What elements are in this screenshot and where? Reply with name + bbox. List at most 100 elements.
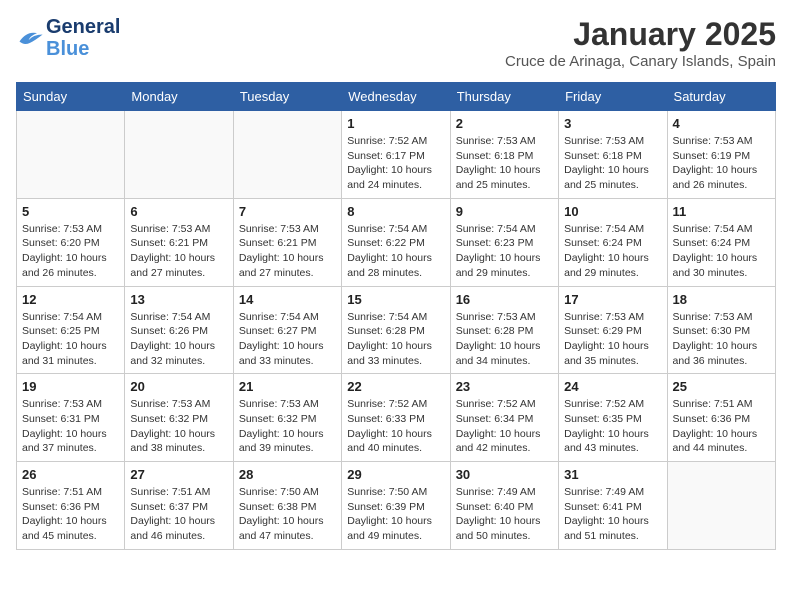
day-number: 11	[673, 204, 770, 219]
day-info: Sunrise: 7:54 AMSunset: 6:25 PMDaylight:…	[22, 310, 119, 369]
day-number: 27	[130, 467, 227, 482]
header-friday: Friday	[559, 83, 667, 111]
day-info: Sunrise: 7:53 AMSunset: 6:20 PMDaylight:…	[22, 222, 119, 281]
header-saturday: Saturday	[667, 83, 775, 111]
day-number: 28	[239, 467, 336, 482]
calendar-cell: 31 Sunrise: 7:49 AMSunset: 6:41 PMDayligh…	[559, 462, 667, 550]
calendar-cell: 28 Sunrise: 7:50 AMSunset: 6:38 PMDayligh…	[233, 462, 341, 550]
day-number: 25	[673, 379, 770, 394]
day-info: Sunrise: 7:53 AMSunset: 6:32 PMDaylight:…	[239, 397, 336, 456]
header-wednesday: Wednesday	[342, 83, 450, 111]
calendar-table: SundayMondayTuesdayWednesdayThursdayFrid…	[16, 82, 776, 550]
day-info: Sunrise: 7:53 AMSunset: 6:21 PMDaylight:…	[130, 222, 227, 281]
day-number: 2	[456, 116, 553, 131]
calendar-cell: 21 Sunrise: 7:53 AMSunset: 6:32 PMDayligh…	[233, 374, 341, 462]
day-info: Sunrise: 7:53 AMSunset: 6:31 PMDaylight:…	[22, 397, 119, 456]
calendar-cell: 2 Sunrise: 7:53 AMSunset: 6:18 PMDaylight…	[450, 111, 558, 199]
day-info: Sunrise: 7:52 AMSunset: 6:33 PMDaylight:…	[347, 397, 444, 456]
logo-text: General Blue	[46, 16, 120, 60]
day-info: Sunrise: 7:54 AMSunset: 6:24 PMDaylight:…	[673, 222, 770, 281]
calendar-cell: 18 Sunrise: 7:53 AMSunset: 6:30 PMDayligh…	[667, 286, 775, 374]
calendar-cell: 14 Sunrise: 7:54 AMSunset: 6:27 PMDayligh…	[233, 286, 341, 374]
day-number: 13	[130, 292, 227, 307]
day-number: 8	[347, 204, 444, 219]
day-info: Sunrise: 7:49 AMSunset: 6:41 PMDaylight:…	[564, 485, 661, 544]
day-number: 10	[564, 204, 661, 219]
day-number: 17	[564, 292, 661, 307]
day-info: Sunrise: 7:51 AMSunset: 6:36 PMDaylight:…	[22, 485, 119, 544]
calendar-cell: 29Sunrise: 7:50 AMSunset: 6:39 PMDayligh…	[342, 462, 450, 550]
day-number: 3	[564, 116, 661, 131]
day-number: 15	[347, 292, 444, 307]
calendar-cell: 13Sunrise: 7:54 AMSunset: 6:26 PMDayligh…	[125, 286, 233, 374]
day-number: 26	[22, 467, 119, 482]
day-info: Sunrise: 7:53 AMSunset: 6:30 PMDaylight:…	[673, 310, 770, 369]
calendar-cell: 26 Sunrise: 7:51 AMSunset: 6:36 PMDayligh…	[17, 462, 125, 550]
day-info: Sunrise: 7:52 AMSunset: 6:34 PMDaylight:…	[456, 397, 553, 456]
day-info: Sunrise: 7:53 AMSunset: 6:18 PMDaylight:…	[564, 134, 661, 193]
calendar-cell: 6 Sunrise: 7:53 AMSunset: 6:21 PMDaylight…	[125, 198, 233, 286]
day-info: Sunrise: 7:50 AMSunset: 6:38 PMDaylight:…	[239, 485, 336, 544]
week-row-4: 19Sunrise: 7:53 AMSunset: 6:31 PMDayligh…	[17, 374, 776, 462]
calendar-cell: 7 Sunrise: 7:53 AMSunset: 6:21 PMDaylight…	[233, 198, 341, 286]
day-info: Sunrise: 7:50 AMSunset: 6:39 PMDaylight:…	[347, 485, 444, 544]
day-info: Sunrise: 7:51 AMSunset: 6:37 PMDaylight:…	[130, 485, 227, 544]
calendar-cell: 15Sunrise: 7:54 AMSunset: 6:28 PMDayligh…	[342, 286, 450, 374]
calendar-cell: 1Sunrise: 7:52 AMSunset: 6:17 PMDaylight…	[342, 111, 450, 199]
day-number: 4	[673, 116, 770, 131]
calendar-cell	[233, 111, 341, 199]
calendar-cell: 25 Sunrise: 7:51 AMSunset: 6:36 PMDayligh…	[667, 374, 775, 462]
week-row-1: 1Sunrise: 7:52 AMSunset: 6:17 PMDaylight…	[17, 111, 776, 199]
title-block: January 2025 Cruce de Arinaga, Canary Is…	[505, 16, 776, 70]
calendar-cell: 12Sunrise: 7:54 AMSunset: 6:25 PMDayligh…	[17, 286, 125, 374]
calendar-header-row: SundayMondayTuesdayWednesdayThursdayFrid…	[17, 83, 776, 111]
day-info: Sunrise: 7:53 AMSunset: 6:18 PMDaylight:…	[456, 134, 553, 193]
calendar-cell: 9 Sunrise: 7:54 AMSunset: 6:23 PMDaylight…	[450, 198, 558, 286]
calendar-cell: 16 Sunrise: 7:53 AMSunset: 6:28 PMDayligh…	[450, 286, 558, 374]
day-info: Sunrise: 7:54 AMSunset: 6:27 PMDaylight:…	[239, 310, 336, 369]
day-number: 21	[239, 379, 336, 394]
calendar-cell	[667, 462, 775, 550]
day-number: 7	[239, 204, 336, 219]
calendar-cell: 30Sunrise: 7:49 AMSunset: 6:40 PMDayligh…	[450, 462, 558, 550]
day-info: Sunrise: 7:53 AMSunset: 6:28 PMDaylight:…	[456, 310, 553, 369]
calendar-cell	[125, 111, 233, 199]
header-thursday: Thursday	[450, 83, 558, 111]
calendar-cell: 3 Sunrise: 7:53 AMSunset: 6:18 PMDaylight…	[559, 111, 667, 199]
day-number: 16	[456, 292, 553, 307]
header-monday: Monday	[125, 83, 233, 111]
day-info: Sunrise: 7:54 AMSunset: 6:23 PMDaylight:…	[456, 222, 553, 281]
calendar-cell: 20Sunrise: 7:53 AMSunset: 6:32 PMDayligh…	[125, 374, 233, 462]
calendar-cell: 27 Sunrise: 7:51 AMSunset: 6:37 PMDayligh…	[125, 462, 233, 550]
day-number: 6	[130, 204, 227, 219]
logo: General Blue	[16, 16, 120, 60]
day-info: Sunrise: 7:54 AMSunset: 6:22 PMDaylight:…	[347, 222, 444, 281]
calendar-cell: 19Sunrise: 7:53 AMSunset: 6:31 PMDayligh…	[17, 374, 125, 462]
day-number: 31	[564, 467, 661, 482]
day-number: 22	[347, 379, 444, 394]
logo-icon	[16, 27, 44, 49]
calendar-cell: 10 Sunrise: 7:54 AMSunset: 6:24 PMDayligh…	[559, 198, 667, 286]
week-row-5: 26 Sunrise: 7:51 AMSunset: 6:36 PMDayligh…	[17, 462, 776, 550]
calendar-cell: 17Sunrise: 7:53 AMSunset: 6:29 PMDayligh…	[559, 286, 667, 374]
day-info: Sunrise: 7:54 AMSunset: 6:24 PMDaylight:…	[564, 222, 661, 281]
day-info: Sunrise: 7:52 AMSunset: 6:17 PMDaylight:…	[347, 134, 444, 193]
day-number: 5	[22, 204, 119, 219]
day-number: 18	[673, 292, 770, 307]
calendar-cell: 8 Sunrise: 7:54 AMSunset: 6:22 PMDaylight…	[342, 198, 450, 286]
header-sunday: Sunday	[17, 83, 125, 111]
day-number: 9	[456, 204, 553, 219]
day-info: Sunrise: 7:52 AMSunset: 6:35 PMDaylight:…	[564, 397, 661, 456]
week-row-3: 12Sunrise: 7:54 AMSunset: 6:25 PMDayligh…	[17, 286, 776, 374]
day-number: 14	[239, 292, 336, 307]
week-row-2: 5 Sunrise: 7:53 AMSunset: 6:20 PMDaylight…	[17, 198, 776, 286]
calendar-cell: 23 Sunrise: 7:52 AMSunset: 6:34 PMDayligh…	[450, 374, 558, 462]
day-info: Sunrise: 7:49 AMSunset: 6:40 PMDaylight:…	[456, 485, 553, 544]
calendar-cell: 24Sunrise: 7:52 AMSunset: 6:35 PMDayligh…	[559, 374, 667, 462]
day-number: 23	[456, 379, 553, 394]
calendar-cell	[17, 111, 125, 199]
calendar-cell: 22 Sunrise: 7:52 AMSunset: 6:33 PMDayligh…	[342, 374, 450, 462]
day-info: Sunrise: 7:53 AMSunset: 6:21 PMDaylight:…	[239, 222, 336, 281]
day-info: Sunrise: 7:51 AMSunset: 6:36 PMDaylight:…	[673, 397, 770, 456]
page-header: General Blue January 2025 Cruce de Arina…	[16, 16, 776, 70]
